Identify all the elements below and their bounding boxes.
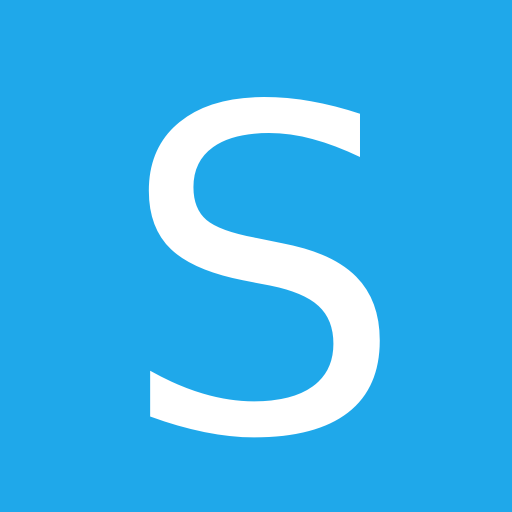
app-icon-tile: S	[0, 0, 512, 512]
app-icon-letter-container: S	[0, 0, 512, 512]
app-icon-letter: S	[119, 14, 405, 512]
